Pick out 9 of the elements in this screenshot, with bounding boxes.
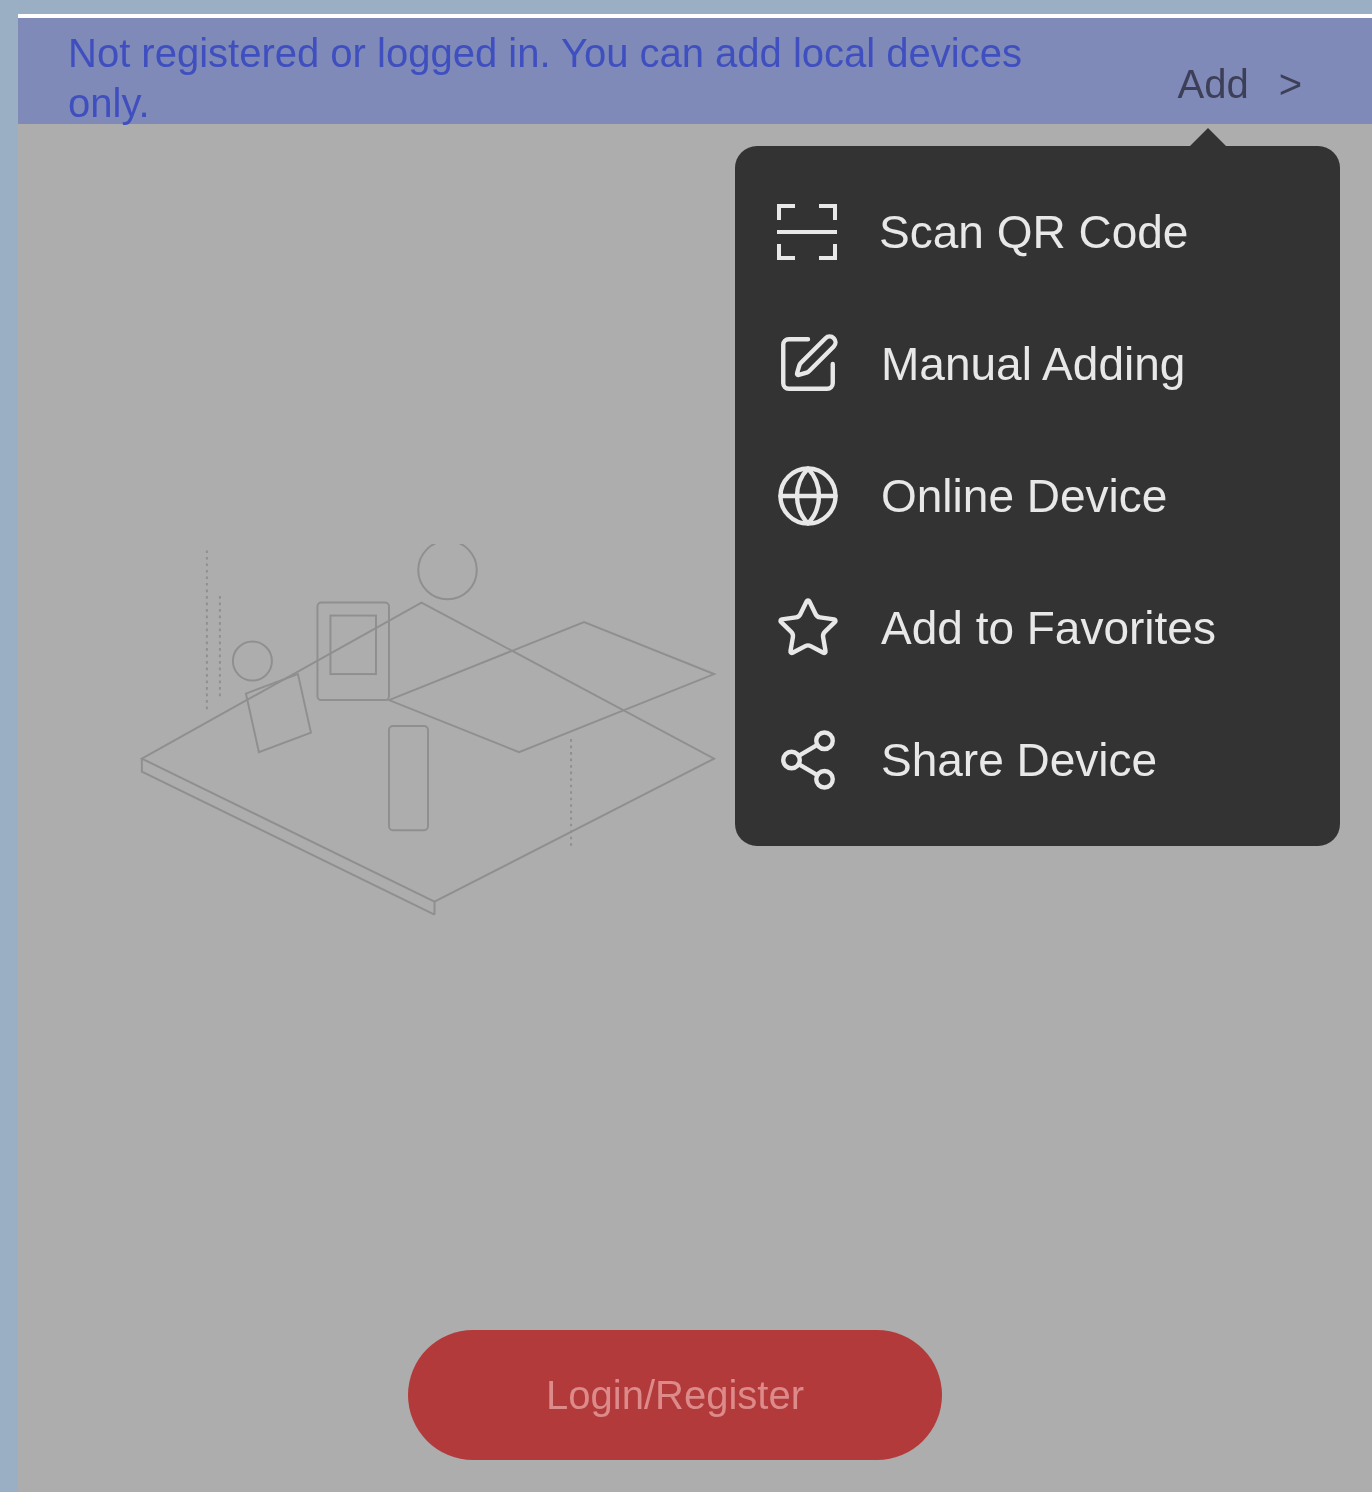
menu-item[interactable]: Manual Adding — [775, 329, 1340, 399]
scan-icon — [775, 202, 839, 262]
login-notice-text: Not registered or logged in. You can add local devices only. — [68, 30, 1023, 127]
chevron-icon: > — [1278, 54, 1302, 114]
menu-item[interactable]: Share Device — [775, 725, 1340, 795]
menu-item[interactable]: Add to Favorites — [775, 593, 1340, 663]
globe-icon — [775, 463, 841, 529]
menu-item[interactable]: Online Device — [775, 461, 1340, 531]
menu-item[interactable]: Scan QR Code — [775, 197, 1340, 267]
